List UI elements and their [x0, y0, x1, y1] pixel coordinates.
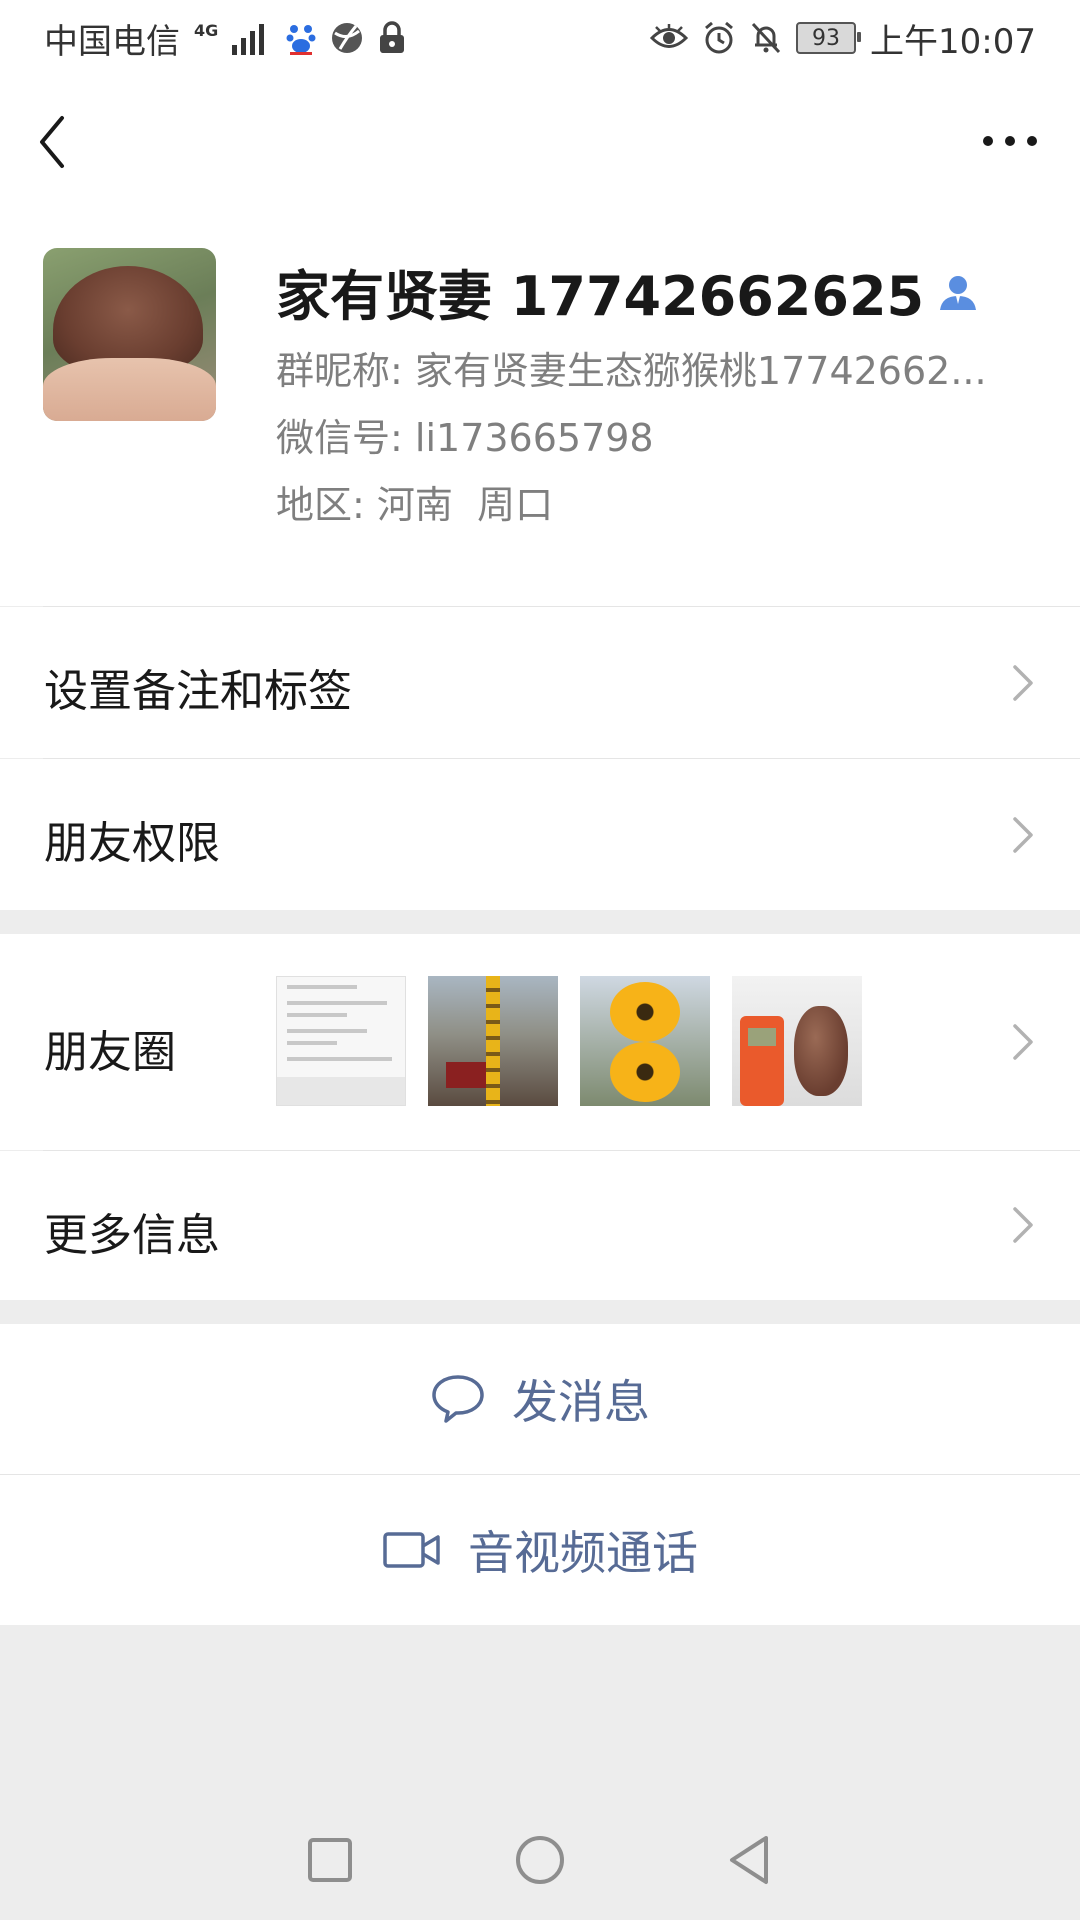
row-remark-label: 设置备注和标签	[44, 666, 352, 717]
back-icon[interactable]	[34, 112, 74, 172]
send-message-button[interactable]: 发消息	[0, 1324, 1080, 1474]
chat-bubble-icon	[432, 1375, 484, 1423]
lock-icon	[380, 21, 405, 53]
group-nickname-value: 家有贤妻生态猕猴桃17742662...	[414, 349, 987, 393]
home-icon[interactable]	[510, 1830, 570, 1890]
recent-apps-icon[interactable]	[300, 1830, 360, 1890]
moments-thumbnail	[428, 976, 558, 1106]
moments-thumbnail	[580, 976, 710, 1106]
wechat-id-value: li173665798	[414, 416, 654, 460]
send-message-label: 发消息	[512, 1375, 650, 1429]
display-name-text: 家有贤妻 17742662625	[276, 265, 925, 328]
status-left: 中国电信 4G	[44, 14, 406, 63]
row-remark-tags[interactable]: 设置备注和标签	[0, 607, 1080, 758]
video-call-button[interactable]: 音视频通话	[0, 1475, 1080, 1625]
back-triangle-icon[interactable]	[720, 1830, 780, 1890]
browser-icon	[332, 23, 363, 53]
chevron-right-icon	[1013, 817, 1033, 853]
system-nav-bar	[0, 1800, 1080, 1920]
group-nickname-label: 群昵称:	[276, 349, 403, 393]
moments-thumbnails	[276, 976, 862, 1106]
chevron-right-icon	[1013, 1207, 1033, 1243]
network-type: 4G	[194, 20, 219, 40]
nav-header	[0, 76, 1080, 202]
eye-icon	[650, 24, 689, 48]
signal-icon	[232, 24, 265, 55]
chevron-right-icon	[1013, 1024, 1033, 1060]
contact-person-icon	[940, 275, 977, 310]
row-moments[interactable]: 朋友圈	[0, 934, 1080, 1150]
region-label: 地区:	[276, 483, 365, 527]
region-line: 地区: 河南 周口	[276, 474, 553, 529]
display-name: 家有贤妻 17742662625	[276, 252, 978, 331]
row-permission-label: 朋友权限	[44, 818, 220, 869]
wechat-id-label: 微信号:	[276, 416, 403, 460]
moments-thumbnail	[732, 976, 862, 1106]
battery-level: 93	[812, 25, 841, 51]
status-bar: 中国电信 4G 93 上午10:07	[0, 0, 1080, 76]
contact-profile-screen: 中国电信 4G 93 上午10:07 家有贤妻 17742662625 群昵称:…	[0, 0, 1080, 1920]
more-icon[interactable]	[980, 126, 1040, 156]
wechat-id-line: 微信号: li173665798	[276, 407, 654, 462]
chevron-right-icon	[1013, 665, 1033, 701]
profile-card: 家有贤妻 17742662625 群昵称: 家有贤妻生态猕猴桃17742662.…	[0, 202, 1080, 606]
row-moments-label: 朋友圈	[44, 1027, 176, 1078]
clock-label: 上午10:07	[870, 21, 1036, 62]
moments-thumbnail	[276, 976, 406, 1106]
status-right: 93 上午10:07	[650, 14, 1036, 63]
region-value: 河南 周口	[376, 483, 554, 527]
avatar[interactable]	[43, 248, 216, 421]
group-nickname-line: 群昵称: 家有贤妻生态猕猴桃17742662...	[276, 340, 987, 395]
row-more-info[interactable]: 更多信息	[0, 1151, 1080, 1300]
alarm-icon	[705, 21, 733, 54]
baidu-icon	[286, 25, 316, 55]
row-more-info-label: 更多信息	[44, 1210, 220, 1261]
video-call-label: 音视频通话	[468, 1526, 698, 1580]
avatar-hand-image	[43, 358, 216, 421]
battery-icon: 93	[796, 22, 862, 54]
row-friend-permission[interactable]: 朋友权限	[0, 759, 1080, 910]
video-camera-icon	[383, 1532, 440, 1568]
mute-bell-icon	[751, 22, 781, 54]
carrier-label: 中国电信	[44, 21, 180, 62]
